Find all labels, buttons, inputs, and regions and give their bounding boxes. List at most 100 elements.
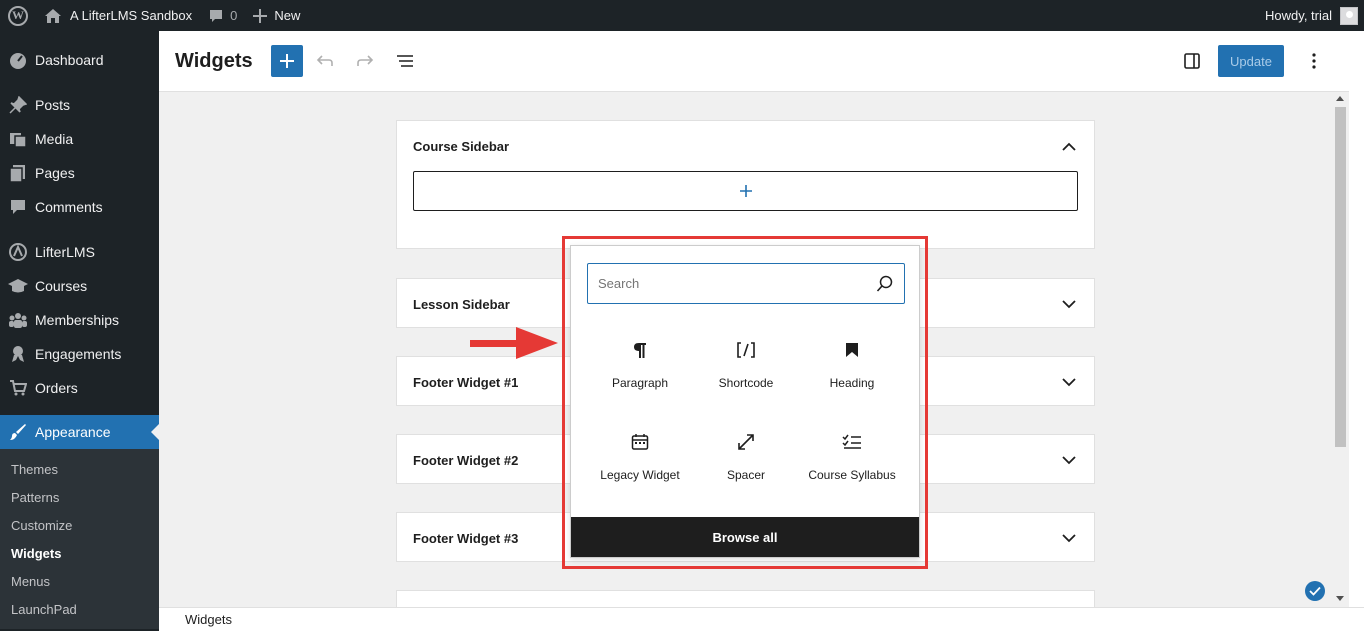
block-label: Shortcode xyxy=(718,376,774,390)
plus-icon xyxy=(279,54,294,68)
graduation-cap-icon xyxy=(8,276,28,296)
sidebar-item-memberships[interactable]: Memberships xyxy=(0,303,159,337)
checklist-icon xyxy=(842,430,862,454)
block-label: Course Syllabus xyxy=(808,468,896,482)
wordpress-icon: W xyxy=(8,5,28,26)
dashboard-icon xyxy=(8,50,28,70)
sidebar-item-label: LifterLMS xyxy=(35,244,95,260)
sidebar-item-orders[interactable]: Orders xyxy=(0,371,159,405)
submenu-item-patterns[interactable]: Patterns xyxy=(0,483,159,511)
options-menu-button[interactable] xyxy=(1296,43,1332,79)
groups-icon xyxy=(8,310,28,330)
plus-icon xyxy=(253,8,268,23)
settings-sidebar-toggle[interactable] xyxy=(1174,43,1210,79)
sidebar-item-appearance[interactable]: Appearance xyxy=(0,415,159,449)
redo-button[interactable] xyxy=(347,43,383,79)
submenu-item-widgets[interactable]: Widgets xyxy=(0,539,159,567)
wp-logo-button[interactable]: W xyxy=(0,0,36,31)
submenu-item-launchpad[interactable]: LaunchPad xyxy=(0,595,159,623)
sidebar-item-dashboard[interactable]: Dashboard xyxy=(0,43,159,77)
block-label: Spacer xyxy=(726,468,766,482)
sidebar-item-label: Memberships xyxy=(35,312,120,328)
list-view-button[interactable] xyxy=(387,43,423,79)
submenu-item-menus[interactable]: Menus xyxy=(0,567,159,595)
sidebar-item-media[interactable]: Media xyxy=(0,122,159,156)
scroll-down-arrow[interactable] xyxy=(1336,596,1344,601)
widget-area-partial[interactable] xyxy=(396,590,1095,607)
browse-all-button[interactable]: Browse all xyxy=(571,517,919,557)
howdy-text: Howdy, trial xyxy=(1265,8,1332,23)
calendar-icon xyxy=(631,430,649,454)
block-appender-button[interactable] xyxy=(413,171,1078,211)
submenu-item-customize[interactable]: Customize xyxy=(0,511,159,539)
update-button[interactable]: Update xyxy=(1218,45,1284,77)
scroll-up-arrow[interactable] xyxy=(1336,96,1344,101)
plus-icon xyxy=(739,185,752,197)
search-icon xyxy=(876,275,893,292)
chevron-down-icon[interactable] xyxy=(1060,529,1078,547)
pin-icon xyxy=(8,95,28,115)
quick-inserter-popover: Paragraph Shortcode Heading Legacy Widge… xyxy=(570,245,920,558)
block-label: Paragraph xyxy=(611,376,669,390)
lifterlms-icon xyxy=(8,242,28,262)
site-name-link[interactable]: A LifterLMS Sandbox xyxy=(36,0,200,31)
chevron-down-icon[interactable] xyxy=(1060,295,1078,313)
inserter-search[interactable] xyxy=(587,263,905,304)
sidebar-item-label: Courses xyxy=(35,278,88,294)
breadcrumb[interactable]: Widgets xyxy=(185,612,232,627)
paragraph-icon xyxy=(633,338,647,362)
new-content-link[interactable]: New xyxy=(245,0,308,31)
admin-bar: W A LifterLMS Sandbox 0 New Howdy, trial xyxy=(0,0,1364,31)
search-input[interactable] xyxy=(598,276,876,291)
block-course-syllabus[interactable]: Course Syllabus xyxy=(799,416,905,508)
comment-icon xyxy=(8,197,28,217)
comments-link[interactable]: 0 xyxy=(200,0,245,31)
window-edge xyxy=(1349,31,1364,631)
block-inserter-toggle[interactable] xyxy=(270,45,303,77)
sidebar-item-posts[interactable]: Posts xyxy=(0,88,159,122)
block-legacy-widget[interactable]: Legacy Widget xyxy=(587,416,693,508)
sidebar-item-engagements[interactable]: Engagements xyxy=(0,337,159,371)
sidebar-item-courses[interactable]: Courses xyxy=(0,269,159,303)
sidebar-panel-icon xyxy=(1184,53,1200,69)
cart-icon xyxy=(8,378,28,398)
widget-area-title: Footer Widget #3 xyxy=(413,530,519,546)
scroll-thumb[interactable] xyxy=(1335,107,1346,447)
sidebar-item-label: Media xyxy=(35,131,74,147)
chevron-down-icon[interactable] xyxy=(1060,373,1078,391)
chevron-up-icon[interactable] xyxy=(1060,137,1078,155)
widget-area-course-sidebar[interactable]: Course Sidebar xyxy=(396,120,1095,249)
pages-icon xyxy=(8,163,28,183)
block-spacer[interactable]: Spacer xyxy=(693,416,799,508)
shortcode-icon xyxy=(736,338,756,362)
chevron-down-icon[interactable] xyxy=(1060,451,1078,469)
sidebar-item-label: Pages xyxy=(35,165,75,181)
appearance-submenu: Themes Patterns Customize Widgets Menus … xyxy=(0,449,159,629)
sidebar-item-label: Engagements xyxy=(35,346,122,362)
sidebar-item-comments[interactable]: Comments xyxy=(0,190,159,224)
brush-icon xyxy=(8,422,28,442)
scrollbar[interactable] xyxy=(1332,92,1349,607)
undo-button[interactable] xyxy=(307,43,343,79)
widget-area-header[interactable]: Course Sidebar xyxy=(397,121,1094,171)
awards-icon xyxy=(8,344,28,364)
undo-icon xyxy=(316,55,333,66)
resize-icon xyxy=(737,430,755,454)
sidebar-item-lifterlms[interactable]: LifterLMS xyxy=(0,235,159,269)
sidebar-item-pages[interactable]: Pages xyxy=(0,156,159,190)
annotation-arrow-icon xyxy=(470,327,558,359)
block-paragraph[interactable]: Paragraph xyxy=(587,324,693,416)
widget-area-title: Footer Widget #1 xyxy=(413,374,519,390)
redo-icon xyxy=(356,55,373,66)
block-types-grid: Paragraph Shortcode Heading Legacy Widge… xyxy=(587,324,905,508)
sidebar-item-label: Dashboard xyxy=(35,52,104,68)
editor-header: Widgets Update xyxy=(159,31,1364,92)
block-label: Heading xyxy=(829,376,875,390)
my-account-link[interactable]: Howdy, trial xyxy=(1257,0,1364,31)
block-shortcode[interactable]: Shortcode xyxy=(693,324,799,416)
new-label: New xyxy=(274,8,301,23)
submenu-item-themes[interactable]: Themes xyxy=(0,455,159,483)
block-heading[interactable]: Heading xyxy=(799,324,905,416)
status-check-icon[interactable] xyxy=(1305,581,1325,601)
site-name: A LifterLMS Sandbox xyxy=(70,8,193,23)
